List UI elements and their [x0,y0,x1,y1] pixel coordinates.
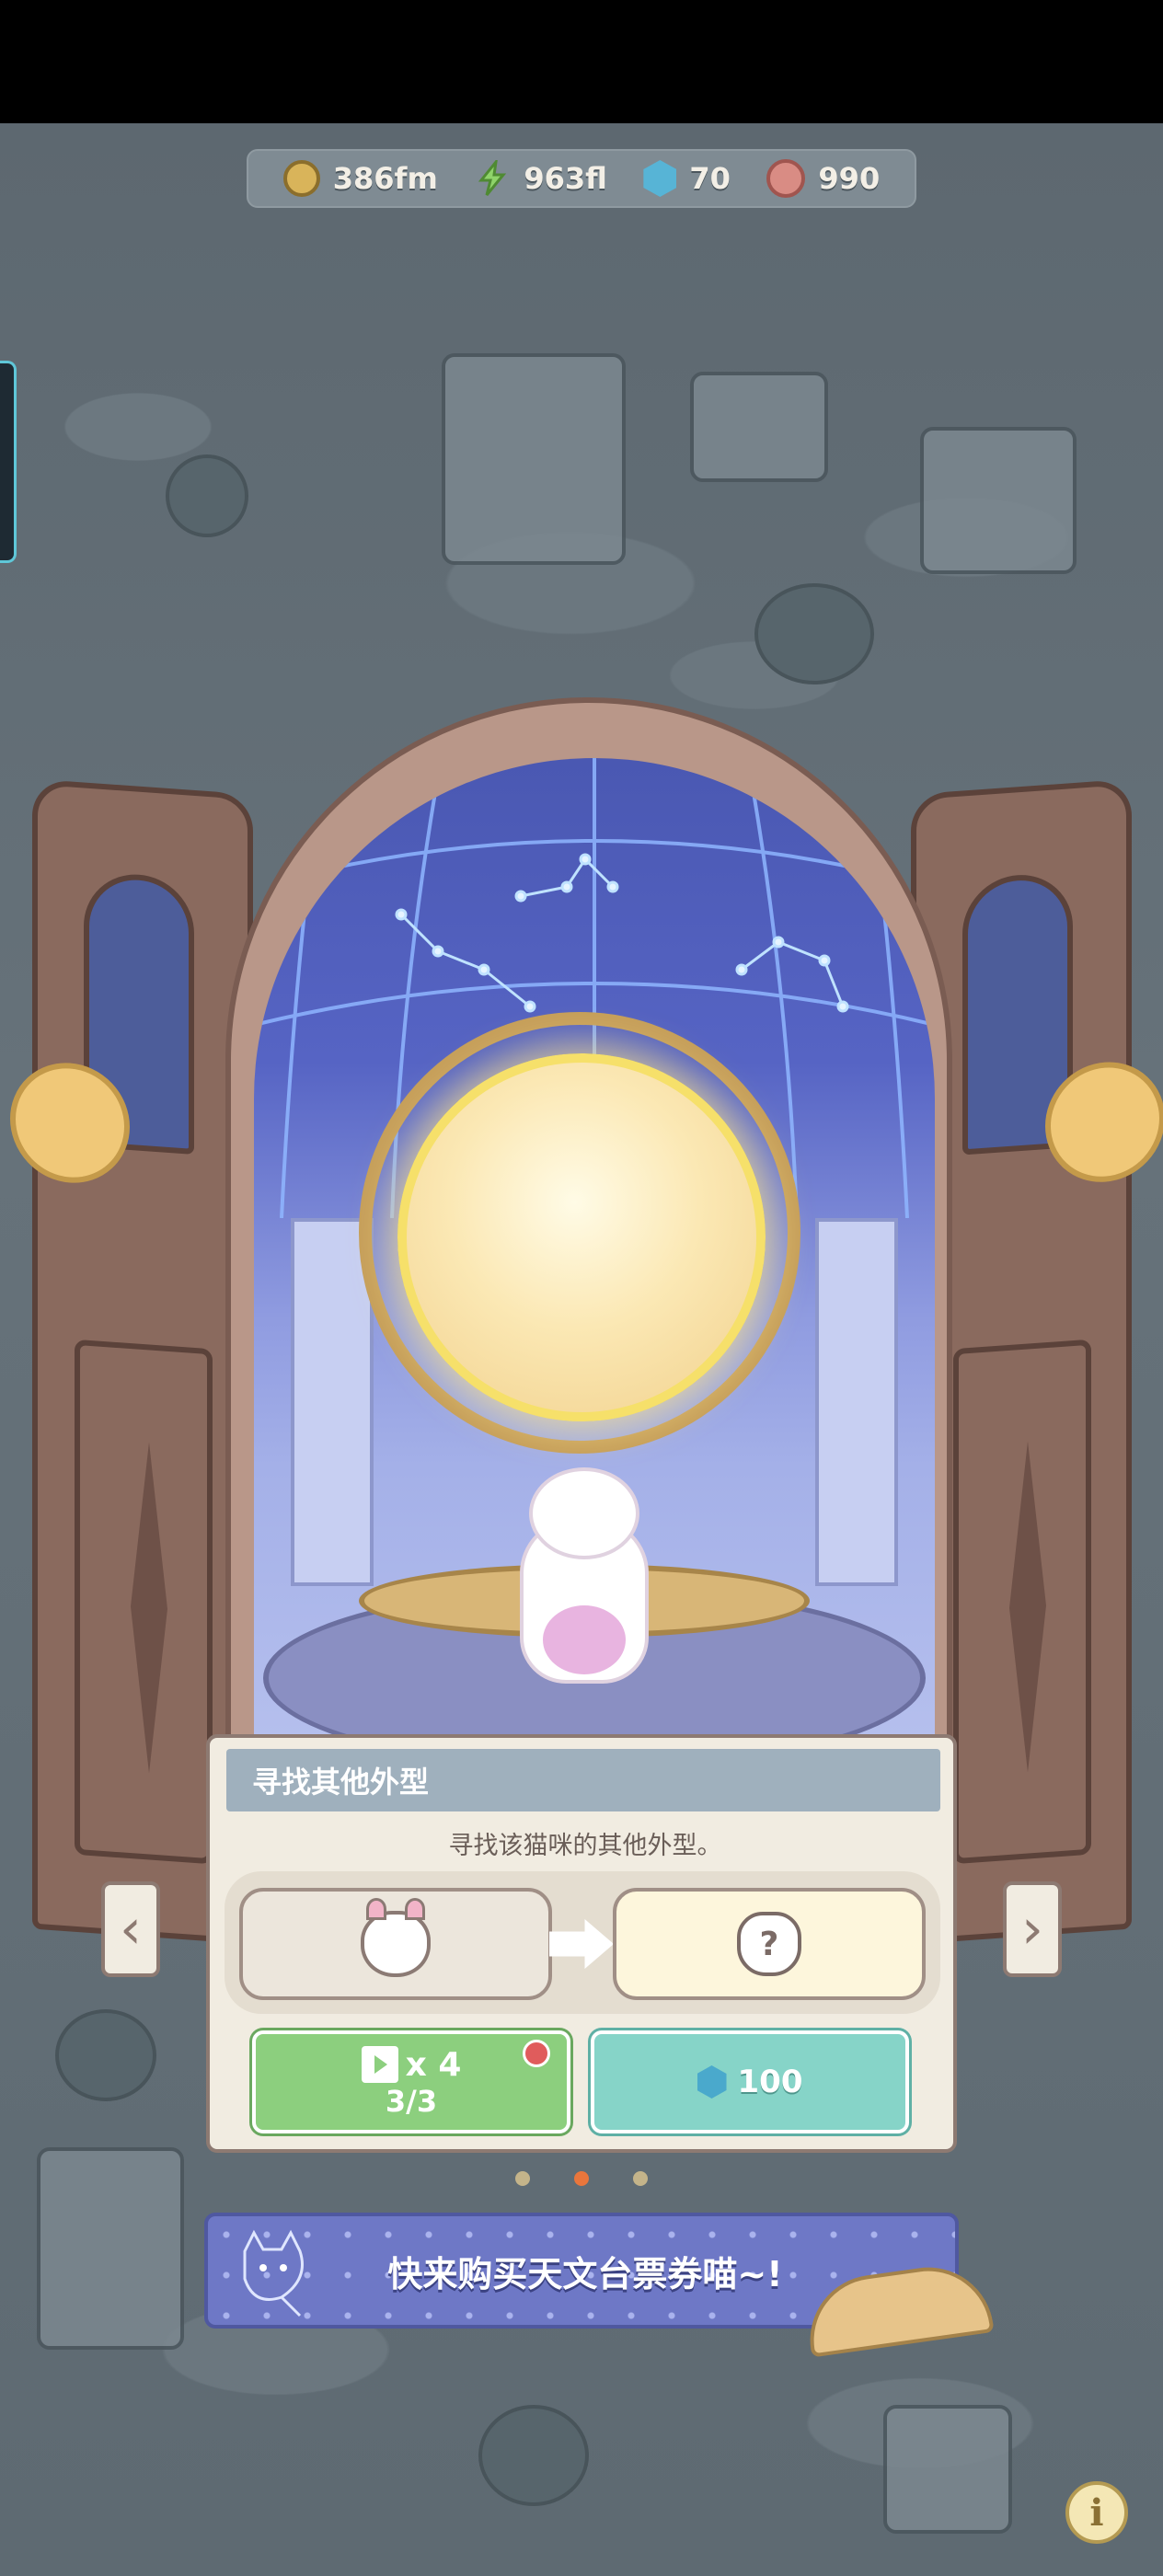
paw-counter[interactable]: 990 [766,159,880,198]
village-tree [55,2009,156,2101]
door-diamond [131,1441,167,1775]
glowing-orb [397,1053,766,1421]
gem-icon [643,160,677,197]
dialog-description: 寻找该猫咪的其他外型。 [448,1832,722,1860]
watch-ad-button[interactable]: x 4 3/3 [252,2030,570,2133]
village-tree [478,2405,589,2506]
gem-purchase-button[interactable]: 100 [591,2030,909,2133]
village-building [883,2405,1012,2534]
village-building [920,427,1077,574]
lightning-icon [478,160,507,196]
village-building [442,353,626,565]
village-building [37,2147,184,2350]
paw-value: 990 [818,161,881,196]
ticket-promo-banner[interactable]: 快来购买天文台票券喵~! [204,2213,995,2358]
door-panel [953,1339,1091,1865]
observatory-pillar [815,1218,898,1586]
unknown-appearance-slot: ? [613,1888,926,2000]
current-appearance-slot [239,1888,552,2000]
observatory-pillar [291,1218,374,1586]
notification-dot [523,2040,550,2067]
question-mark-icon: ? [737,1912,801,1976]
gem-icon [697,2065,727,2099]
cat-character-belly [543,1605,626,1674]
gem-counter[interactable]: 70 [643,160,731,197]
page-dot[interactable] [515,2171,530,2186]
page-dot[interactable] [633,2171,648,2186]
energy-counter[interactable]: 963fl [474,160,607,197]
door-panel [75,1339,213,1865]
cat-character-head [529,1467,639,1559]
status-bar [0,0,1163,123]
cat-face-icon [361,1898,431,1977]
gem-cost: 100 [737,2064,803,2100]
village-tree [166,454,248,537]
village-tree [754,583,874,684]
video-icon [361,2046,398,2083]
pagination-dots [515,2171,648,2186]
find-appearance-dialog: 寻找其他外型 寻找该猫咪的其他外型。 ? x 4 3/3 100 [206,1734,957,2153]
ad-multiplier: x 4 [405,2045,462,2084]
prev-page-button[interactable]: ‹ [101,1881,160,1977]
cat-ear [405,1898,425,1920]
gem-value: 70 [689,161,731,196]
side-drawer-tab[interactable] [0,361,17,563]
appearance-transform-row: ? [225,1871,940,2014]
arrow-right-icon [549,1919,614,1969]
dialog-title: 寻找其他外型 [226,1749,940,1811]
info-button[interactable]: i [1065,2481,1128,2544]
next-page-button[interactable]: › [1003,1881,1062,1977]
cat-ear [366,1898,386,1920]
resource-bar: 386fm 963fl 70 990 [247,149,916,208]
coin-counter[interactable]: 386fm [282,160,438,197]
coin-icon [282,160,320,197]
page-dot-active[interactable] [574,2171,589,2186]
energy-value: 963fl [524,161,607,196]
coin-value: 386fm [332,161,438,196]
paw-icon [766,159,806,198]
village-building [690,372,828,482]
door-diamond [1009,1440,1046,1774]
ad-remaining: 3/3 [385,2083,438,2119]
